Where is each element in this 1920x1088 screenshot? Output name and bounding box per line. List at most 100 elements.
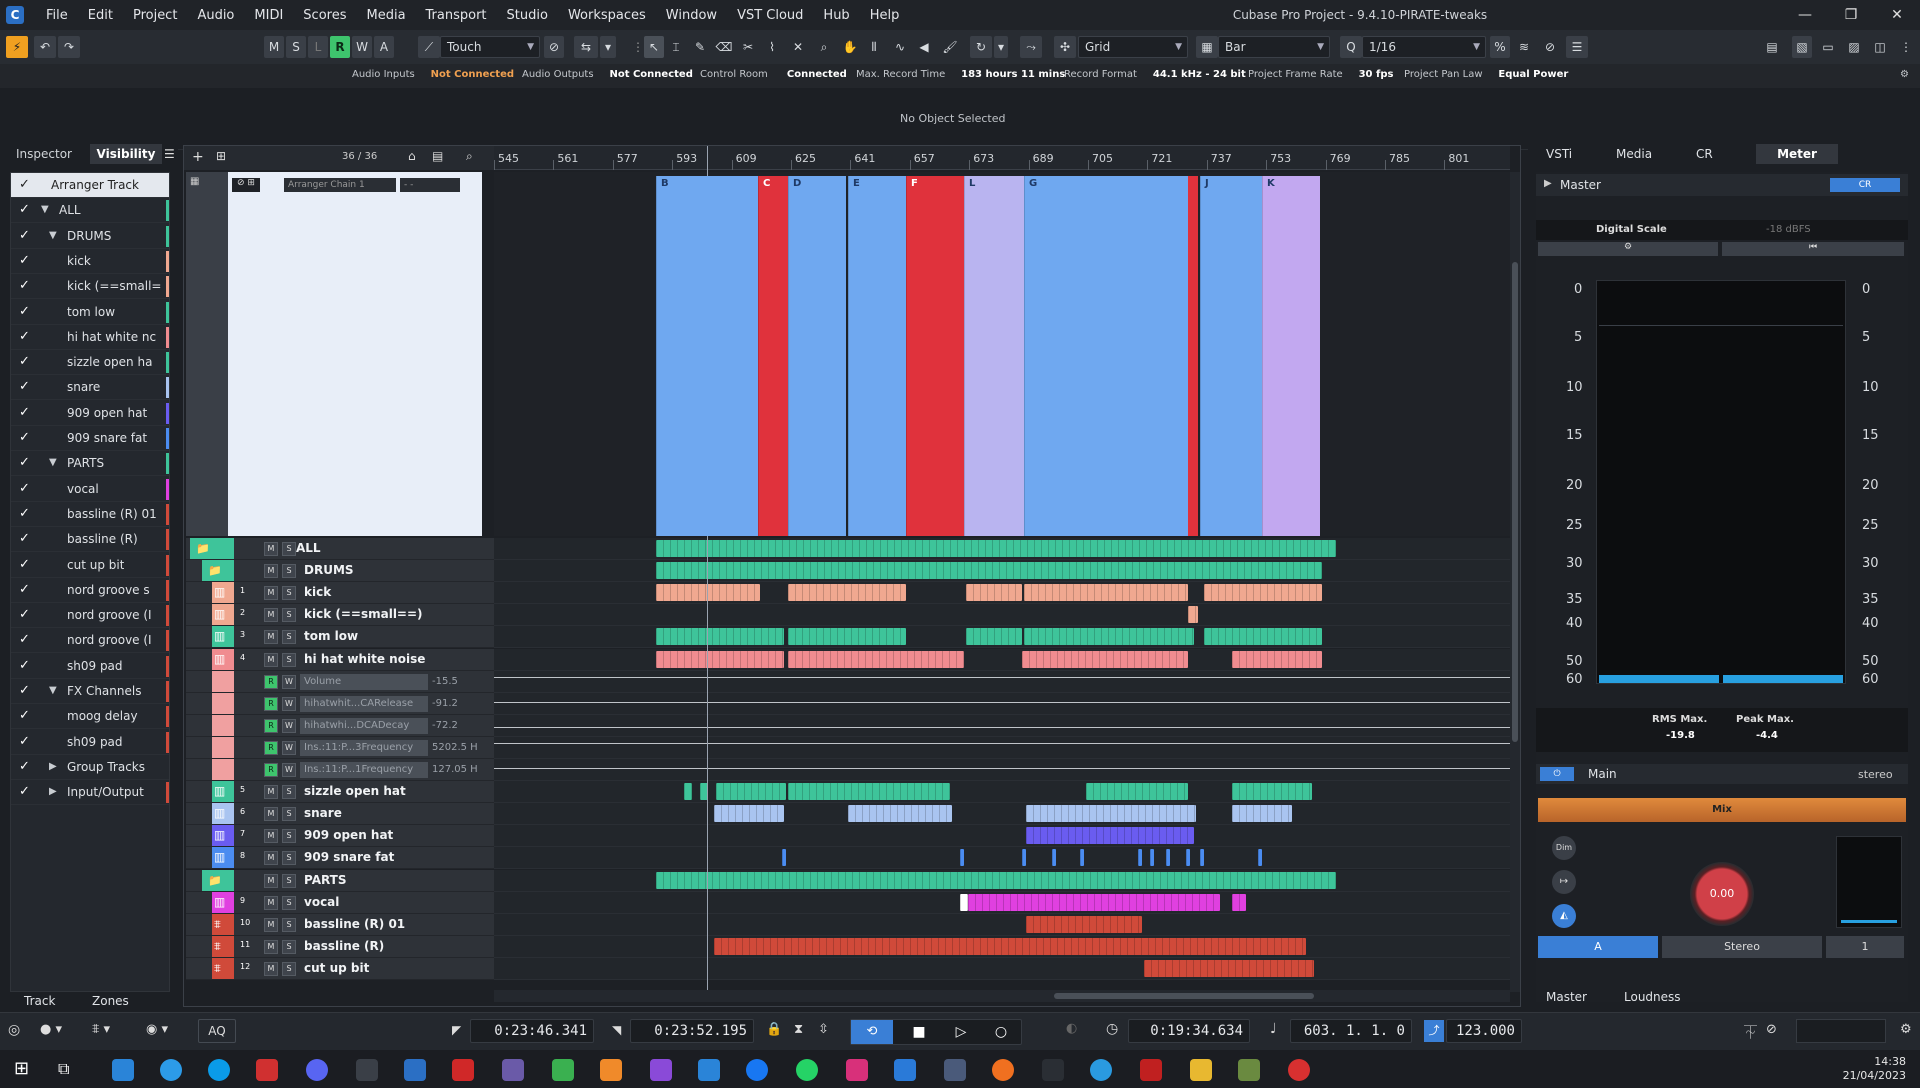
event-part[interactable]: [1024, 584, 1188, 602]
reference-level-icon[interactable]: ↦: [1552, 870, 1576, 894]
automation-curve[interactable]: [494, 768, 1510, 769]
visibility-item[interactable]: ✓ nord groove s: [11, 578, 169, 603]
arranger-section[interactable]: C: [758, 176, 788, 536]
event-part[interactable]: [788, 628, 906, 646]
aq-button[interactable]: AQ: [198, 1019, 236, 1043]
folder-track-header[interactable]: 📁 M S ALL: [186, 538, 494, 560]
tab-meter[interactable]: Meter: [1756, 144, 1838, 164]
solo-button[interactable]: S: [282, 895, 296, 910]
visibility-item[interactable]: ✓ Arranger Track: [11, 173, 169, 198]
event-part[interactable]: [1086, 783, 1188, 801]
tab-loudness[interactable]: Loudness: [1624, 990, 1681, 1004]
track-name[interactable]: DRUMS: [304, 563, 354, 577]
visibility-item[interactable]: ✓ 909 open hat: [11, 401, 169, 426]
solo-button[interactable]: S: [282, 586, 296, 601]
right-locator-field[interactable]: 0:23:52.195: [630, 1019, 754, 1043]
track-lane[interactable]: [494, 869, 1510, 892]
track-lane[interactable]: [494, 582, 1510, 605]
event-part[interactable]: [1232, 650, 1322, 668]
arranger-section[interactable]: E: [848, 176, 906, 536]
automation-lane[interactable]: [494, 670, 1510, 693]
tab-master[interactable]: Master: [1546, 990, 1587, 1004]
arranger-jump-select[interactable]: - -: [400, 178, 460, 192]
solo-button[interactable]: S: [282, 961, 296, 976]
click-icon[interactable]: ◭: [1552, 904, 1576, 928]
transport-settings-icon[interactable]: ⚙: [1900, 1022, 1912, 1037]
master-row[interactable]: ▶ Master CR: [1536, 174, 1908, 196]
audio-icon[interactable]: ⩨ ▾: [92, 1022, 110, 1037]
event-part[interactable]: [656, 584, 760, 602]
track-header[interactable]: ▥ 6 M Ssnare: [186, 803, 494, 826]
instagram-icon[interactable]: [846, 1059, 868, 1081]
track-lane[interactable]: [494, 560, 1510, 583]
collapse-triangle-icon[interactable]: ▼: [41, 204, 49, 215]
expand-triangle-icon[interactable]: ▶: [49, 761, 57, 772]
meter-settings-icon[interactable]: ⚙: [1538, 242, 1718, 256]
event-part[interactable]: [656, 562, 1322, 580]
track-header[interactable]: ▥ 9 M Svocal: [186, 891, 494, 914]
track-name[interactable]: kick: [304, 585, 331, 599]
record-format-status[interactable]: Record Format 44.1 kHz - 24 bit: [1064, 69, 1246, 80]
visibility-checkbox-icon[interactable]: ✓: [19, 658, 30, 673]
vertical-scroll-thumb[interactable]: [1512, 262, 1518, 742]
automation-value[interactable]: -15.5: [432, 676, 458, 687]
track-color-strip[interactable]: [212, 714, 234, 736]
audio-outputs-status[interactable]: Audio Outputs Not Connected: [522, 69, 693, 80]
visibility-item[interactable]: ✓ ▼ DRUMS: [11, 224, 169, 249]
track-name[interactable]: 909 open hat: [304, 828, 393, 842]
expand-triangle-icon[interactable]: ▶: [49, 786, 57, 797]
event-part[interactable]: [782, 849, 786, 867]
automation-curve[interactable]: [494, 701, 1510, 703]
automation-curve[interactable]: [494, 676, 1510, 678]
solo-button[interactable]: S: [282, 851, 296, 866]
dim-button[interactable]: Dim: [1552, 836, 1576, 860]
activate-arranger-icon[interactable]: ⊘ ⊞: [232, 178, 260, 192]
read-automation-button[interactable]: R: [264, 696, 278, 711]
snap-type-icon[interactable]: ✣: [1054, 36, 1076, 58]
track-header[interactable]: ⩨ 12 M Scut up bit: [186, 957, 494, 980]
left-locator-icon[interactable]: ◤: [452, 1023, 461, 1037]
visibility-checkbox-icon[interactable]: ✓: [19, 228, 30, 243]
tab-vsti[interactable]: VSTi: [1546, 144, 1572, 164]
tab-inspector[interactable]: Inspector: [16, 144, 72, 164]
tempo-field[interactable]: 123.000: [1446, 1019, 1522, 1043]
snap-icon[interactable]: ⤳: [1020, 36, 1042, 58]
event-part[interactable]: [788, 650, 964, 668]
grid-type-select[interactable]: Bar ▼: [1218, 36, 1330, 58]
follow-icon[interactable]: ◐: [1066, 1021, 1077, 1036]
add-track-menu-icon[interactable]: ⊞: [216, 149, 226, 163]
visibility-checkbox-icon[interactable]: ✓: [19, 582, 30, 597]
arranger-section[interactable]: J: [1200, 176, 1262, 536]
menu-item-workspaces[interactable]: Workspaces: [558, 8, 656, 23]
vertical-scrollbar[interactable]: [1510, 172, 1520, 992]
right-zone-icon[interactable]: ▨: [1844, 36, 1864, 58]
event-part[interactable]: [1166, 849, 1170, 867]
event-part[interactable]: [1186, 849, 1190, 867]
performance-icon[interactable]: ◎: [8, 1022, 20, 1038]
app-icon-record[interactable]: [1288, 1059, 1310, 1081]
cubase-logo-icon[interactable]: C: [6, 6, 24, 24]
automation-track-header[interactable]: R W 5202.5 H Ins.:11:P...3Frequency: [186, 736, 494, 759]
snap-type-select[interactable]: Grid ▼: [1078, 36, 1188, 58]
event-part[interactable]: [1052, 849, 1056, 867]
tab-track[interactable]: Track: [24, 990, 55, 1012]
mute-button[interactable]: M: [264, 785, 278, 800]
event-part[interactable]: [966, 584, 1022, 602]
automation-curve[interactable]: [494, 726, 1510, 728]
visibility-checkbox-icon[interactable]: ✓: [19, 607, 30, 622]
event-part[interactable]: [1232, 783, 1312, 801]
visibility-checkbox-icon[interactable]: ✓: [19, 304, 30, 319]
menu-item-vst-cloud[interactable]: VST Cloud: [727, 8, 813, 23]
menu-item-edit[interactable]: Edit: [78, 8, 123, 23]
play-icon[interactable]: ▷: [941, 1020, 981, 1044]
control-room-level-knob[interactable]: 0.00: [1690, 862, 1754, 926]
audio-inputs-status[interactable]: Audio Inputs Not Connected: [352, 69, 514, 80]
click-volume-field[interactable]: [1796, 1019, 1886, 1043]
clock-icon[interactable]: ◷: [1106, 1021, 1118, 1037]
windows-start-icon[interactable]: ⊞: [14, 1058, 29, 1079]
track-lane[interactable]: [494, 913, 1510, 936]
task-view-icon[interactable]: ⧉: [58, 1059, 69, 1079]
app-icon-purple[interactable]: [502, 1059, 524, 1081]
automation-lane[interactable]: [494, 759, 1510, 781]
horizontal-scrollbar[interactable]: [494, 990, 1510, 1002]
